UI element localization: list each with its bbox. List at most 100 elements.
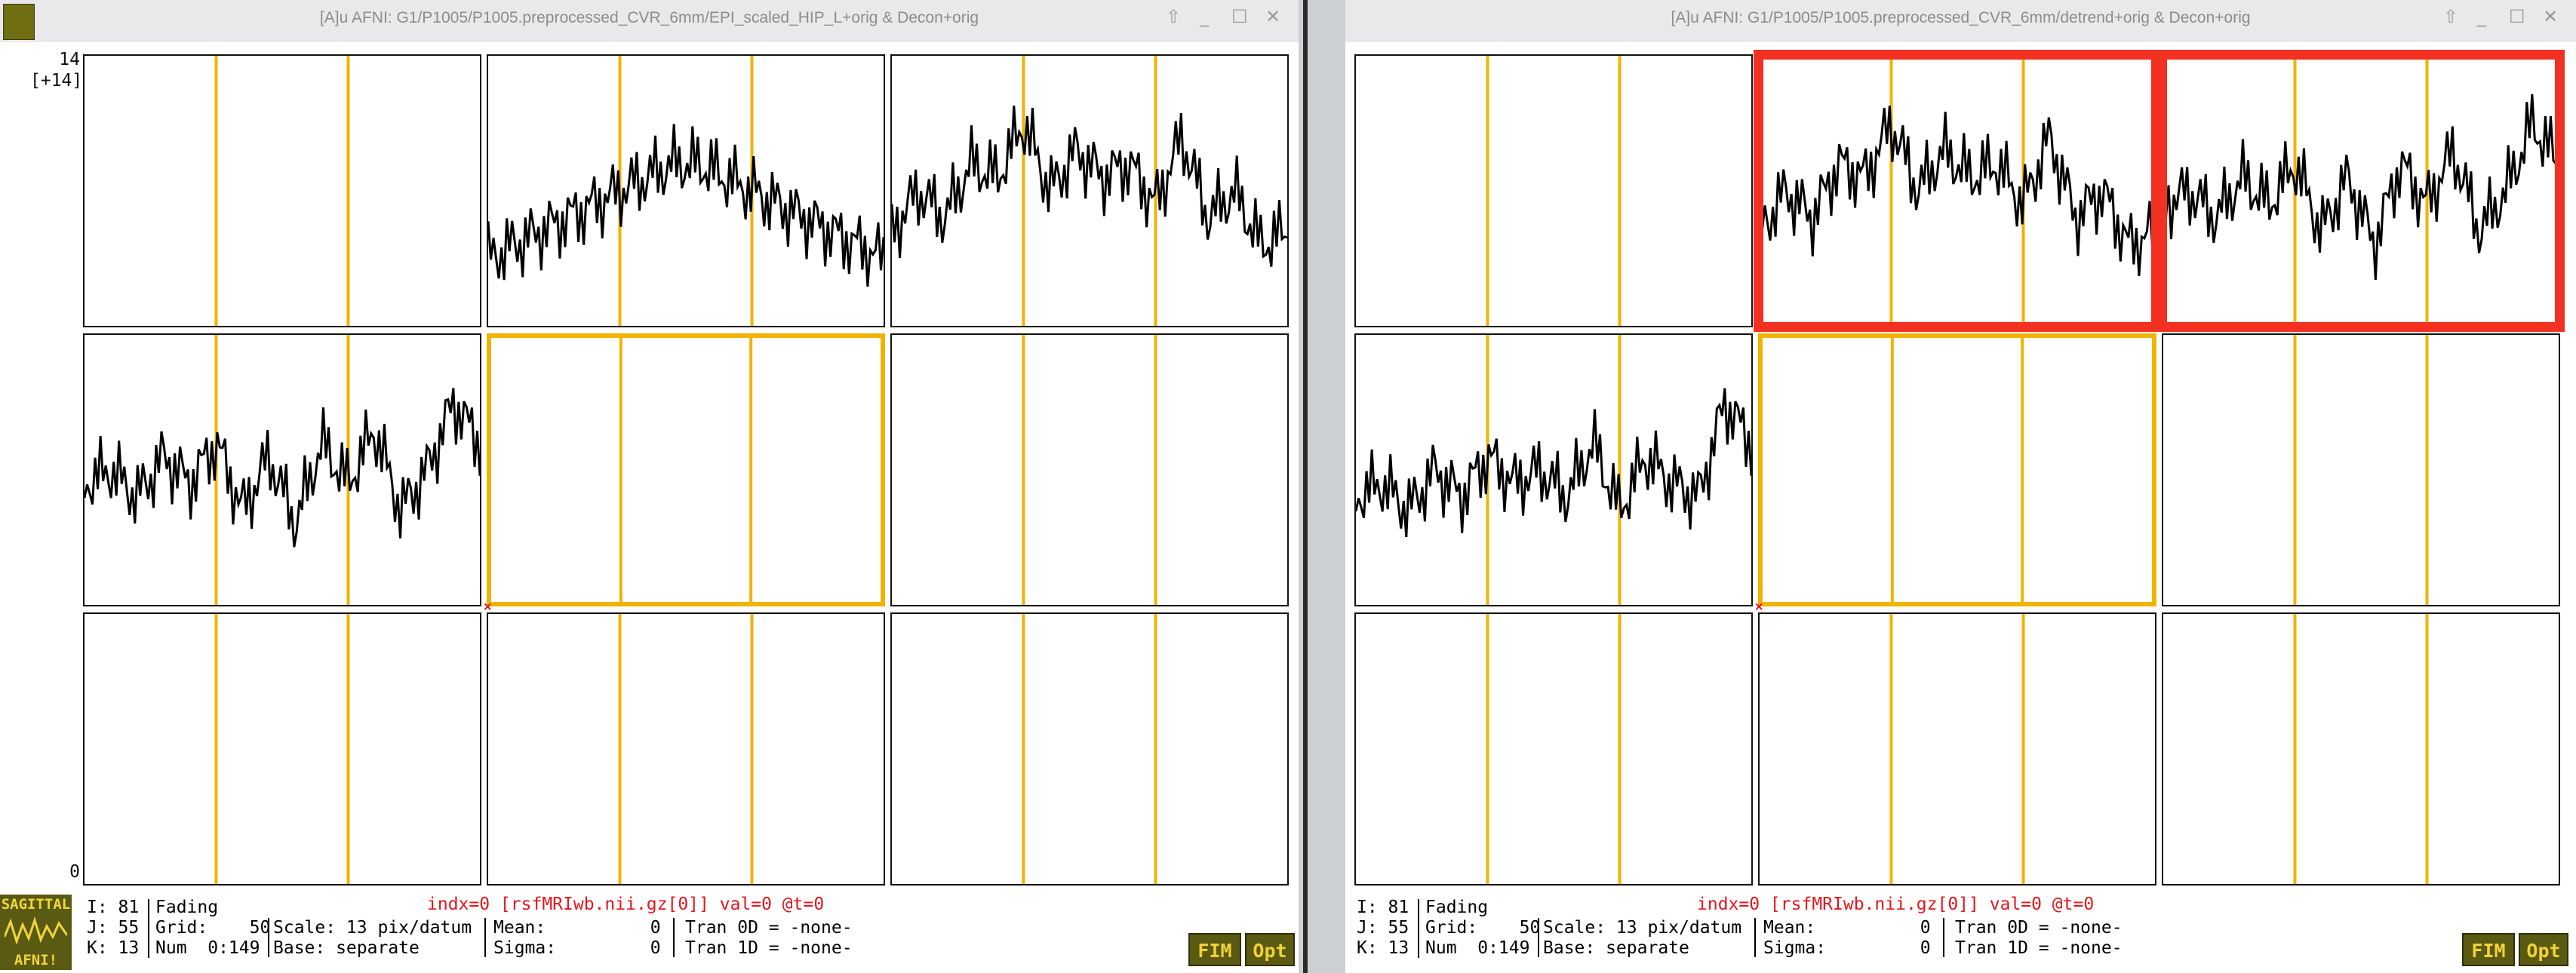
opt-button[interactable]: Opt [2519,933,2568,966]
cell-plot [488,614,884,884]
cell-plot [1760,614,2155,884]
cell-plot [892,614,1287,884]
base-value[interactable]: Base: separate [1543,938,1689,959]
coord-j: J: 55 [87,918,140,938]
titlebar-right[interactable]: [A]u AFNI: G1/P1005/P1005.preprocessed_C… [1345,0,2576,43]
fading-toggle[interactable]: Fading [1425,898,1488,918]
graph-area-left[interactable]: 14 [+14] 0 × [0,42,1299,898]
cell-plot [892,56,1287,326]
coord-k: K: 13 [1357,938,1409,958]
grid-value[interactable]: Grid: 50 [1425,918,1540,938]
graph-cell[interactable] [1354,333,1753,606]
graph-cell[interactable] [1758,333,2156,606]
graph-cell[interactable] [487,333,885,606]
separator [1943,918,1944,957]
scale-value[interactable]: Scale: 13 pix/datum [1543,918,1741,938]
graph-cell[interactable] [1758,54,2156,327]
separator [1538,918,1539,957]
tran-1d[interactable]: Tran 1D = -none- [685,938,853,959]
voxel-timeseries-trace [2163,94,2559,280]
coord-i: I: 81 [87,898,140,917]
graph-area-right[interactable]: × [1345,42,2576,898]
minimize-icon[interactable]: _ [2477,6,2486,27]
tran-1d[interactable]: Tran 1D = -none- [1955,938,2123,959]
voxel-timeseries-trace [85,388,480,548]
coord-i: I: 81 [1357,898,1409,917]
sagittal-label: SAGITTAL [1,896,71,913]
coord-k: K: 13 [87,938,140,958]
close-icon[interactable]: ✕ [1265,6,1280,27]
cell-plot [892,335,1287,605]
graph-cell[interactable] [83,333,481,606]
pin-icon[interactable]: ⇧ [2443,6,2458,27]
afni-graph-window-left[interactable]: [A]u AFNI: G1/P1005/P1005.preprocessed_C… [0,0,1299,973]
tran-0d[interactable]: Tran 0D = -none- [1955,918,2123,938]
index-readout: indx=0 [rsfMRIwb.nii.gz[0]] val=0 @t=0 [427,895,825,914]
minimize-icon[interactable]: _ [1200,6,1209,27]
graph-cell[interactable] [1354,612,1753,886]
graph-cell[interactable] [487,612,885,886]
graph-cell[interactable] [487,54,885,327]
fading-toggle[interactable]: Fading [155,898,218,918]
sagittal-icon[interactable]: SAGITTAL AFNI! [0,895,72,970]
base-value[interactable]: Base: separate [273,938,420,959]
fim-button[interactable]: FIM [2462,933,2515,966]
cell-plot [1356,614,1751,884]
fim-button[interactable]: FIM [1188,933,1241,966]
separator [268,918,269,957]
graph-cell[interactable] [83,54,481,327]
pin-icon[interactable]: ⇧ [1166,6,1181,27]
graph-cell[interactable] [890,333,1289,606]
close-icon[interactable]: ✕ [2543,6,2558,27]
y-top-sub: [+14] [30,71,83,91]
window-divider [1299,0,1345,973]
cursor-marker: × [1754,600,1764,613]
cell-plot [85,335,480,605]
graph-cell[interactable] [2162,54,2560,327]
footer-left: I: 81 J: 55 K: 13 Fading Grid: 50 Num 0:… [0,893,1299,973]
cell-plot [1760,56,2155,326]
cell-plot [1763,338,2152,602]
num-range: Num 0:149 [155,938,260,958]
num-range: Num 0:149 [1425,938,1530,958]
cell-plot [488,56,884,326]
tran-0d[interactable]: Tran 0D = -none- [685,918,853,938]
y-bottom-label: 0 [69,862,80,882]
afni-label: AFNI! [14,952,58,968]
cell-plot [1356,56,1751,326]
sigma-value: Sigma: 0 [493,938,661,958]
coord-j: J: 55 [1357,918,1409,938]
afni-graph-window-right[interactable]: [A]u AFNI: G1/P1005/P1005.preprocessed_C… [1345,0,2576,973]
divider-rail [1303,0,1308,973]
mean-value: Mean: 0 [493,918,661,938]
window-title: [A]u AFNI: G1/P1005/P1005.preprocessed_C… [1671,9,2251,26]
cell-plot [2163,56,2559,326]
graph-cell[interactable] [890,612,1289,886]
titlebar-left[interactable]: [A]u AFNI: G1/P1005/P1005.preprocessed_C… [0,0,1299,43]
sigma-value: Sigma: 0 [1763,938,1931,958]
graph-cell[interactable] [2162,612,2560,886]
graph-cell[interactable] [2162,333,2560,606]
voxel-timeseries-trace [1760,106,2155,276]
window-title: [A]u AFNI: G1/P1005/P1005.preprocessed_C… [319,9,979,26]
voxel-timeseries-trace [488,124,884,287]
cell-plot [2163,335,2559,605]
cell-plot [2163,614,2559,884]
maximize-icon[interactable]: ☐ [2509,6,2525,27]
graph-cell[interactable] [83,612,481,886]
separator [1418,899,1419,958]
graph-cell[interactable] [1758,612,2156,886]
waveform-icon [5,916,67,945]
footer-right: I: 81 J: 55 K: 13 Fading Grid: 50 Num 0:… [1345,893,2576,973]
index-readout: indx=0 [rsfMRIwb.nii.gz[0]] val=0 @t=0 [1697,895,2095,914]
scale-value[interactable]: Scale: 13 pix/datum [273,918,472,938]
cell-plot [85,614,480,884]
cell-plot [1356,335,1751,605]
cell-plot [491,338,881,602]
grid-value[interactable]: Grid: 50 [155,918,270,938]
separator [673,918,675,957]
graph-cell[interactable] [890,54,1289,327]
graph-cell[interactable] [1354,54,1753,327]
maximize-icon[interactable]: ☐ [1231,6,1248,27]
opt-button[interactable]: Opt [1245,933,1295,966]
